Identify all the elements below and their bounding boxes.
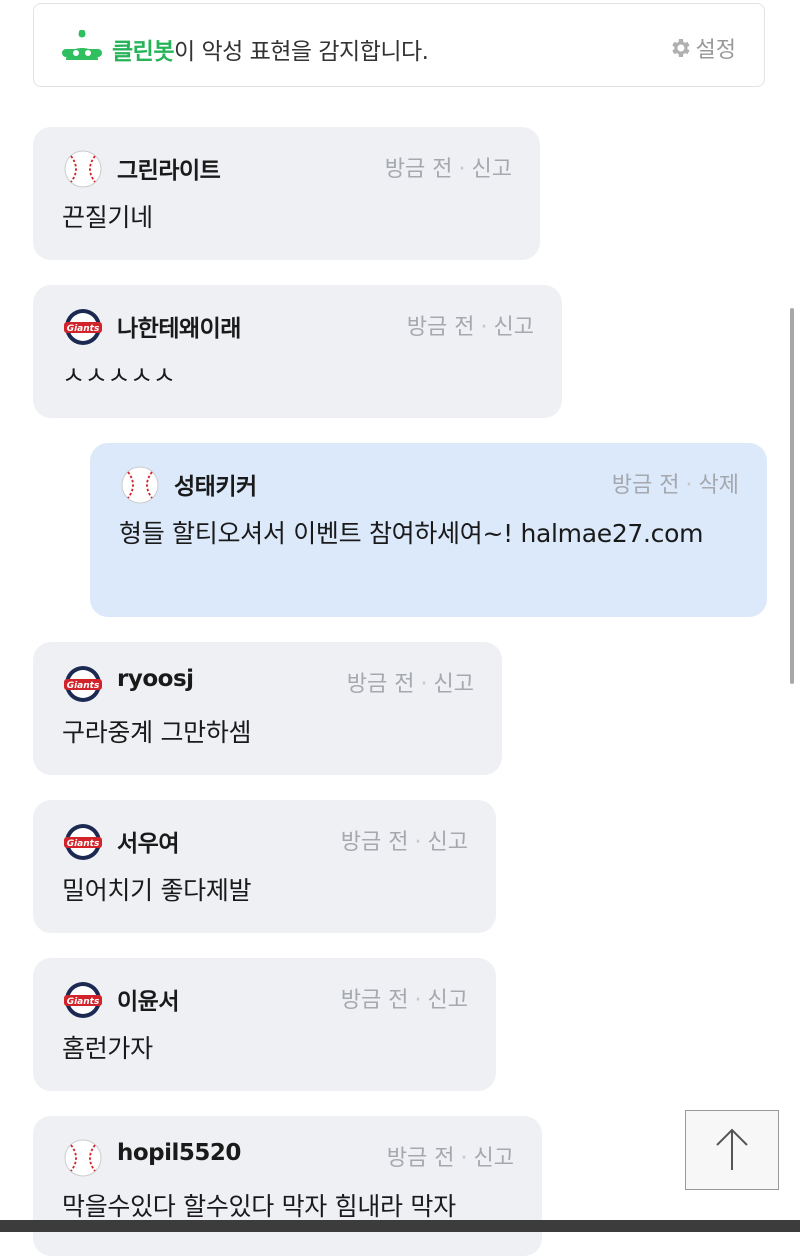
comment-text: 밀어치기 좋다제발: [62, 876, 252, 905]
comment-bubble: hopil5520 방금 전 · 신고 막을수있다 할수있다 막자 힘내라 막자: [33, 1116, 542, 1256]
comment-time: 방금 전: [611, 473, 680, 498]
comment-meta: 방금 전 · 삭제: [611, 473, 739, 498]
comment-text: 끈질기네: [62, 203, 153, 232]
svg-text:Giants: Giants: [67, 681, 100, 691]
bottom-bar: [0, 1220, 800, 1232]
comment-username[interactable]: ryoosj: [117, 666, 194, 692]
baseball-icon: [121, 466, 159, 504]
report-button[interactable]: 신고: [428, 830, 468, 855]
cleanbot-banner: 클린봇이 악성 표현을 감지합니다. 설정: [33, 3, 765, 87]
comment-username[interactable]: 성태키커: [174, 467, 257, 501]
report-button[interactable]: 신고: [494, 315, 534, 340]
comment-time: 방금 전: [386, 1146, 455, 1171]
comment-bubble: Giants ryoosj 방금 전 · 신고 구라중계 그만하셈: [33, 642, 502, 775]
gear-icon: [671, 39, 690, 57]
baseball-icon: [64, 150, 102, 188]
scrollbar[interactable]: [790, 308, 794, 684]
comment-username[interactable]: 그린라이트: [117, 151, 221, 185]
cleanbot-notice: 클린봇이 악성 표현을 감지합니다.: [112, 32, 429, 66]
report-button[interactable]: 신고: [474, 1146, 514, 1171]
scroll-top-button[interactable]: [685, 1110, 779, 1190]
comment-time: 방금 전: [406, 315, 475, 340]
giants-logo: Giants: [64, 666, 102, 702]
comment-username[interactable]: hopil5520: [117, 1140, 241, 1166]
cleanbot-message: 이 악성 표현을 감지합니다.: [173, 39, 429, 65]
comment-time: 방금 전: [340, 830, 409, 855]
cleanbot-name: 클린봇: [112, 39, 174, 65]
svg-text:Giants: Giants: [67, 324, 100, 334]
report-button[interactable]: 신고: [434, 672, 474, 697]
svg-text:Giants: Giants: [67, 839, 100, 849]
arrow-up-icon: [716, 1128, 748, 1170]
comment-meta: 방금 전 · 신고: [384, 157, 512, 182]
comment-meta: 방금 전 · 신고: [406, 315, 534, 340]
giants-logo: Giants: [64, 309, 102, 345]
svg-text:Giants: Giants: [67, 997, 100, 1007]
report-button[interactable]: 신고: [472, 157, 512, 182]
settings-button[interactable]: 설정: [668, 32, 736, 64]
comment-time: 방금 전: [340, 988, 409, 1013]
comment-text: 구라중계 그만하셈: [62, 718, 252, 747]
comment-bubble: Giants 나한테왜이래 방금 전 · 신고 ㅅㅅㅅㅅㅅ: [33, 285, 562, 418]
comment-meta: 방금 전 · 신고: [340, 830, 468, 855]
comment-text: 홈런가자: [62, 1034, 153, 1063]
comment-username[interactable]: 서우여: [117, 824, 179, 858]
delete-button[interactable]: 삭제: [699, 473, 739, 498]
baseball-icon: [64, 1139, 102, 1177]
comment-bubble: Giants 이윤서 방금 전 · 신고 홈런가자: [33, 958, 496, 1091]
comment-meta: 방금 전 · 신고: [340, 988, 468, 1013]
giants-logo: Giants: [64, 982, 102, 1018]
giants-logo: Giants: [64, 824, 102, 860]
report-button[interactable]: 신고: [428, 988, 468, 1013]
comment-text: 형들 할티오셔서 이벤트 참여하세여~! halmae27.com: [119, 519, 704, 548]
comment-time: 방금 전: [384, 157, 453, 182]
comment-username[interactable]: 이윤서: [117, 982, 179, 1016]
comment-text: ㅅㅅㅅㅅㅅ: [62, 361, 176, 390]
settings-label: 설정: [695, 38, 736, 63]
comment-meta: 방금 전 · 신고: [386, 1146, 514, 1171]
comment-time: 방금 전: [346, 672, 415, 697]
comment-bubble: Giants 서우여 방금 전 · 신고 밀어치기 좋다제발: [33, 800, 496, 933]
comment-bubble: 그린라이트 방금 전 · 신고 끈질기네: [33, 127, 540, 260]
comment-username[interactable]: 나한테왜이래: [117, 309, 241, 343]
comment-meta: 방금 전 · 신고: [346, 672, 474, 697]
my-comment-bubble: 성태키커 방금 전 · 삭제 형들 할티오셔서 이벤트 참여하세여~! halmae…: [90, 443, 767, 617]
cleanbot-icon: [62, 30, 102, 60]
